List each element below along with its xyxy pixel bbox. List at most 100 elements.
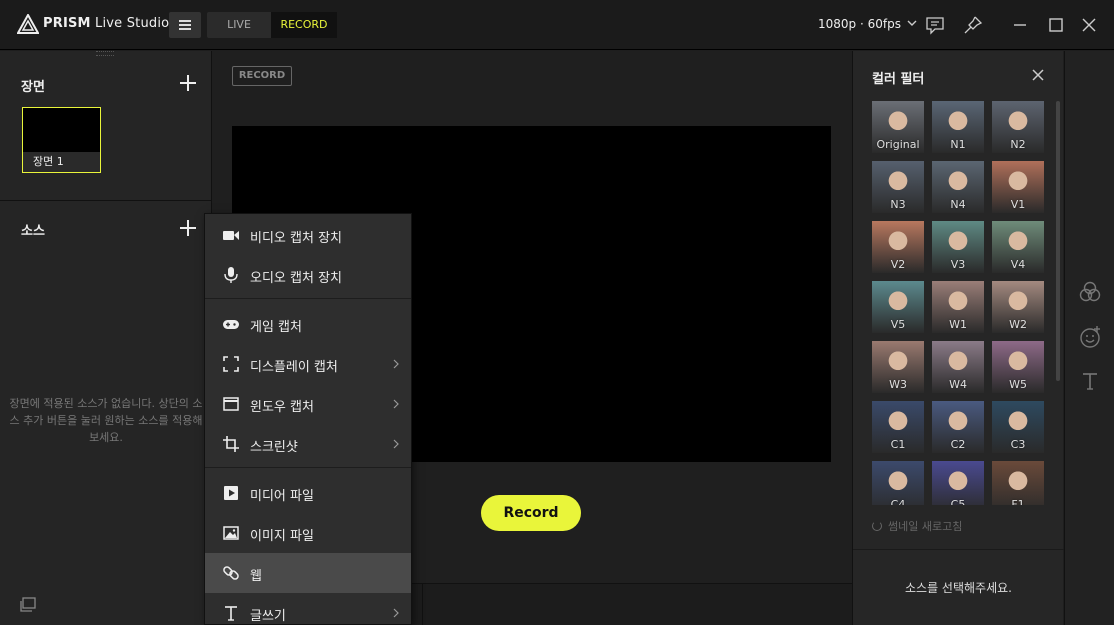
menu-item-label: 윈도우 캡처 xyxy=(250,400,314,415)
filter-label: V1 xyxy=(1010,198,1026,211)
source-title: 소스 xyxy=(21,224,45,239)
filter-thumb-v2[interactable]: V2 xyxy=(872,221,924,273)
chevron-right-icon xyxy=(393,608,399,618)
menu-item-label: 디스플레이 캡처 xyxy=(250,360,338,375)
filter-thumb-c5[interactable]: C5 xyxy=(932,461,984,505)
right-toolbar xyxy=(1064,51,1114,625)
scene-title: 장면 xyxy=(21,80,45,95)
filter-thumb-w2[interactable]: W2 xyxy=(992,281,1044,333)
hamburger-line xyxy=(179,24,191,26)
record-mode-badge: RECORD xyxy=(232,66,292,86)
filter-thumb-c2[interactable]: C2 xyxy=(932,401,984,453)
add-scene-button[interactable] xyxy=(180,75,196,91)
chat-icon[interactable] xyxy=(924,14,946,36)
filter-thumb-n4[interactable]: N4 xyxy=(932,161,984,213)
filter-thumb-w4[interactable]: W4 xyxy=(932,341,984,393)
filter-label: W4 xyxy=(949,378,967,391)
filter-label: W2 xyxy=(1009,318,1027,331)
close-panel-icon[interactable] xyxy=(1032,69,1044,81)
filter-thumb-n2[interactable]: N2 xyxy=(992,101,1044,153)
filter-thumb-n1[interactable]: N1 xyxy=(932,101,984,153)
main-menu-button[interactable] xyxy=(169,12,201,38)
chevron-right-icon xyxy=(393,439,399,449)
minimize-icon[interactable] xyxy=(1009,14,1031,36)
filter-thumb-w5[interactable]: W5 xyxy=(992,341,1044,393)
filter-label: C2 xyxy=(950,438,966,451)
filter-thumb-v5[interactable]: V5 xyxy=(872,281,924,333)
record-mode-tab[interactable]: RECORD xyxy=(271,12,337,38)
resize-grip[interactable] xyxy=(96,51,114,56)
app-title-bold: PRISM xyxy=(43,16,91,31)
crop-icon xyxy=(223,436,239,452)
filter-thumb-f1[interactable]: F1 xyxy=(992,461,1044,505)
filter-thumb-c3[interactable]: C3 xyxy=(992,401,1044,453)
quality-selector[interactable]: 1080p · 60fps xyxy=(818,17,917,31)
filter-scrollbar[interactable] xyxy=(1056,101,1060,381)
menu-item-label: 이미지 파일 xyxy=(250,529,314,544)
sticker-icon[interactable] xyxy=(1078,325,1102,349)
menu-item-window-capture[interactable]: 윈도우 캡처 xyxy=(205,384,411,424)
text-tool-icon[interactable] xyxy=(1078,369,1102,393)
image-icon xyxy=(223,526,239,540)
multiview-icon[interactable] xyxy=(19,597,37,613)
record-button[interactable]: Record xyxy=(481,495,581,531)
scene-label: 장면 1 xyxy=(23,152,100,172)
left-panel: 장면 장면 1 소스 장면에 적용된 소스가 없습니다. 상단의 소스 추가 버… xyxy=(0,51,212,625)
text-icon xyxy=(225,606,237,621)
filter-grid: Original N1 N2 N3 N4 V1 V2 V3 V4 V5 W1 W2 W3 W4 W5 C1 C2… xyxy=(872,101,1047,505)
menu-item-game-capture[interactable]: 게임 캡처 xyxy=(205,304,411,344)
filter-thumb-v1[interactable]: V1 xyxy=(992,161,1044,213)
menu-item-text[interactable]: 글쓰기 xyxy=(205,593,411,625)
filter-thumb-w1[interactable]: W1 xyxy=(932,281,984,333)
menu-item-screenshot[interactable]: 스크린샷 xyxy=(205,424,411,464)
filter-label: C3 xyxy=(1010,438,1026,451)
color-filter-icon[interactable] xyxy=(1078,280,1102,304)
color-filter-panel: 컬러 필터 Original N1 N2 N3 N4 V1 V2 V3 V4 V5 W1 W2 W3 W4… xyxy=(852,51,1064,625)
filter-label: W1 xyxy=(949,318,967,331)
app-title: PRISM Live Studio xyxy=(43,16,169,31)
menu-item-label: 글쓰기 xyxy=(250,609,286,624)
footer-divider xyxy=(422,584,423,625)
add-source-menu: 비디오 캡처 장치 오디오 캡처 장치 게임 캡처 디스플레이 캡처 윈도우 캡… xyxy=(204,213,412,625)
quality-value: 1080p · 60fps xyxy=(818,17,901,31)
menu-item-video-capture[interactable]: 비디오 캡처 장치 xyxy=(205,215,411,255)
filter-label: W3 xyxy=(889,378,907,391)
refresh-thumbnails-button[interactable]: 썸네일 새로고침 xyxy=(872,518,962,534)
select-source-message: 소스를 선택해주세요. xyxy=(905,581,1012,595)
menu-item-media-file[interactable]: 미디어 파일 xyxy=(205,473,411,513)
filter-thumb-n3[interactable]: N3 xyxy=(872,161,924,213)
menu-item-audio-capture[interactable]: 오디오 캡처 장치 xyxy=(205,255,411,295)
scene-thumbnail[interactable]: 장면 1 xyxy=(22,107,101,173)
close-window-icon[interactable] xyxy=(1078,14,1100,36)
filter-thumb-v4[interactable]: V4 xyxy=(992,221,1044,273)
filter-label: C5 xyxy=(950,498,966,505)
title-bar: PRISM Live Studio LIVE RECORD 1080p · 60… xyxy=(0,0,1114,50)
maximize-icon[interactable] xyxy=(1045,14,1067,36)
prism-logo-icon xyxy=(17,14,39,34)
live-mode-tab[interactable]: LIVE xyxy=(207,12,271,38)
menu-divider xyxy=(205,467,411,468)
menu-item-image-file[interactable]: 이미지 파일 xyxy=(205,513,411,553)
filter-label: C4 xyxy=(890,498,906,505)
pin-icon[interactable] xyxy=(962,14,984,36)
filter-label: N1 xyxy=(950,138,966,151)
menu-item-label: 오디오 캡처 장치 xyxy=(250,271,342,286)
filter-label: C1 xyxy=(890,438,906,451)
menu-item-label: 웹 xyxy=(250,569,262,584)
refresh-label: 썸네일 새로고침 xyxy=(888,520,963,533)
filter-thumb-w3[interactable]: W3 xyxy=(872,341,924,393)
filter-thumb-original[interactable]: Original xyxy=(872,101,924,153)
color-filter-title: 컬러 필터 xyxy=(872,72,925,87)
filter-thumb-c4[interactable]: C4 xyxy=(872,461,924,505)
display-capture-icon xyxy=(223,356,239,372)
filter-thumb-c1[interactable]: C1 xyxy=(872,401,924,453)
link-icon xyxy=(223,566,239,580)
menu-item-web[interactable]: 웹 xyxy=(205,553,411,593)
window-icon xyxy=(223,397,239,411)
scene-section: 장면 장면 1 xyxy=(0,51,211,201)
hamburger-icon xyxy=(179,20,191,22)
add-source-button[interactable] xyxy=(180,220,196,236)
filter-thumb-v3[interactable]: V3 xyxy=(932,221,984,273)
menu-item-label: 미디어 파일 xyxy=(250,489,314,504)
menu-item-display-capture[interactable]: 디스플레이 캡처 xyxy=(205,344,411,384)
